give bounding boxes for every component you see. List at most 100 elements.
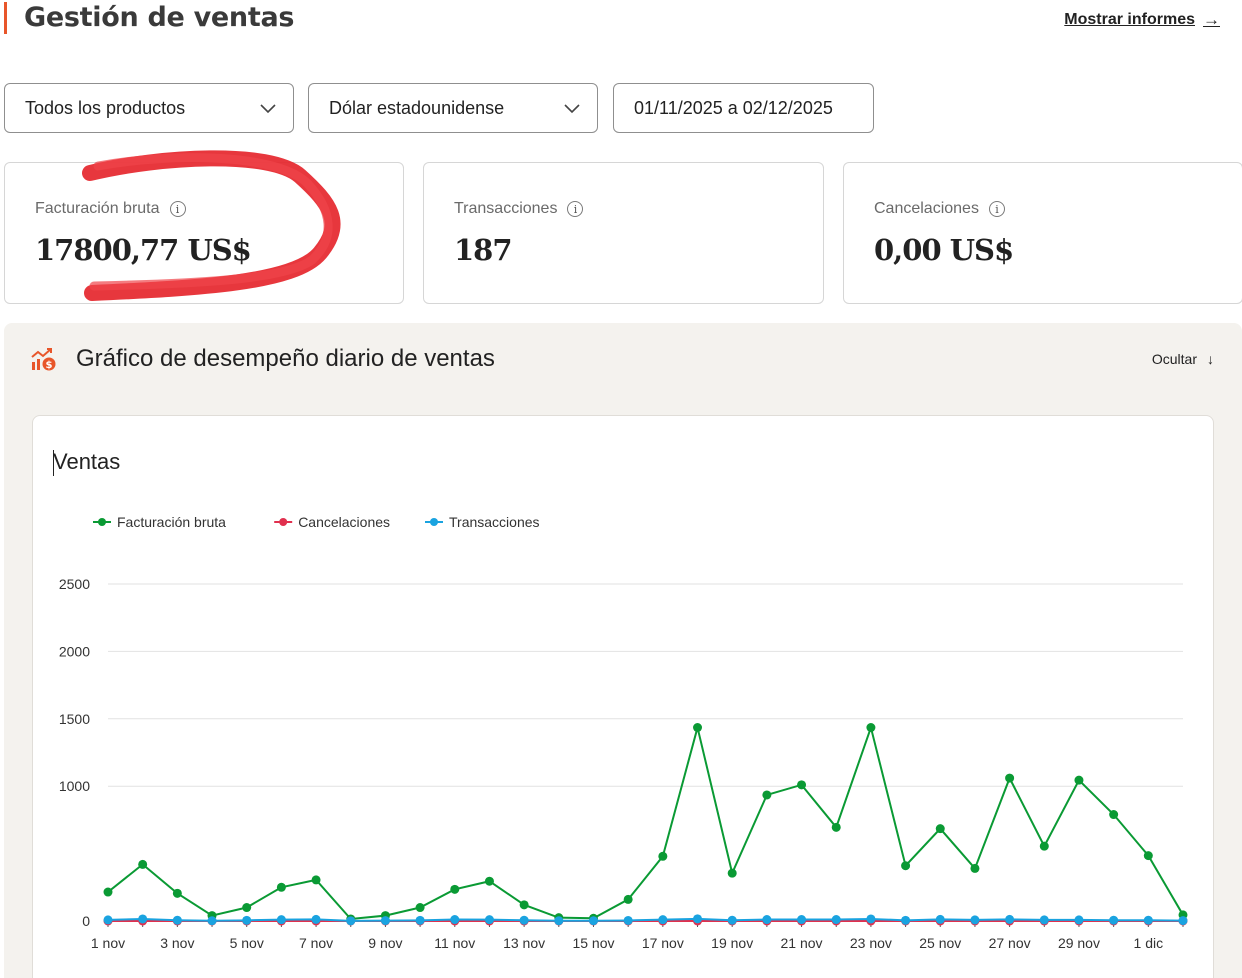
y-tick-label: 1500 (59, 711, 90, 727)
series-point-2 (554, 916, 564, 926)
x-tick-label: 25 nov (919, 935, 961, 951)
hide-chart-button[interactable]: Ocultar ↓ (1152, 351, 1214, 367)
series-point-2 (1039, 915, 1049, 925)
x-tick-label: 11 nov (434, 935, 475, 951)
svg-text:$: $ (46, 360, 53, 371)
x-tick-label: 5 nov (230, 935, 264, 951)
products-dropdown-value: Todos los productos (25, 97, 186, 118)
info-icon[interactable]: i (567, 201, 584, 217)
series-point-0 (276, 882, 286, 892)
gross-revenue-label-text: Facturación bruta (35, 200, 160, 217)
series-point-0 (831, 822, 841, 832)
cancellations-label: Cancelaciones i (874, 200, 1005, 218)
arrow-right-icon: → (1203, 10, 1220, 29)
info-icon[interactable]: i (988, 201, 1005, 217)
chevron-down-icon (564, 104, 580, 114)
series-point-2 (103, 915, 113, 925)
series-point-0 (519, 900, 529, 910)
series-point-2 (1143, 915, 1153, 925)
cancellations-label-text: Cancelaciones (874, 200, 979, 217)
currency-dropdown[interactable]: Dólar estadounidense (308, 83, 598, 133)
series-point-2 (1005, 914, 1015, 924)
series-point-2 (484, 915, 494, 925)
legend-label: Transacciones (449, 514, 540, 530)
series-point-0 (762, 790, 772, 800)
x-tick-label: 13 nov (503, 935, 545, 951)
date-range-picker[interactable]: 01/11/2025 a 02/12/2025 (613, 83, 874, 133)
y-tick-label: 2500 (59, 576, 90, 592)
series-point-2 (276, 915, 286, 925)
x-tick-label: 15 nov (572, 935, 614, 951)
hide-chart-label: Ocultar (1151, 351, 1197, 367)
series-point-0 (623, 894, 633, 904)
date-range-value: 01/11/2025 a 02/12/2025 (634, 97, 833, 118)
series-point-2 (1074, 915, 1084, 925)
series-point-0 (1039, 841, 1049, 851)
series-point-0 (484, 876, 494, 886)
transactions-value: 187 (454, 233, 513, 267)
series-point-2 (797, 915, 807, 925)
series-point-0 (797, 780, 807, 790)
arrow-down-icon: ↓ (1207, 351, 1214, 367)
show-reports-link[interactable]: Mostrar informes → (1064, 10, 1220, 30)
gross-revenue-label: Facturación bruta i (35, 200, 186, 218)
series-point-2 (588, 916, 598, 926)
series-point-0 (866, 723, 876, 733)
series-point-2 (380, 916, 390, 926)
x-tick-label: 7 nov (299, 935, 333, 951)
products-dropdown[interactable]: Todos los productos (4, 83, 294, 133)
series-point-2 (901, 915, 911, 925)
legend-swatch-dot (98, 518, 106, 526)
x-tick-label: 21 nov (781, 935, 823, 951)
series-point-2 (866, 914, 876, 924)
series-point-0 (693, 723, 703, 733)
page-title: Gestión de ventas (24, 2, 295, 33)
series-point-2 (450, 915, 460, 925)
series-point-2 (1178, 916, 1188, 926)
transactions-card: Transacciones i 187 (423, 162, 824, 304)
series-point-2 (935, 914, 945, 924)
sales-chart-card: Ventas 0 1000 1500 2000 2500 1 nov 3 nov 5 nov 7… (32, 415, 1214, 978)
chart-dollar-icon: $ (31, 348, 56, 371)
x-tick-label: 1 dic (1134, 935, 1164, 951)
series-point-0 (1074, 775, 1084, 785)
x-tick-label: 17 nov (642, 935, 684, 951)
series-point-2 (242, 915, 252, 925)
series-point-2 (207, 916, 217, 926)
y-tick-label: 1000 (59, 778, 90, 794)
series-point-2 (172, 915, 182, 925)
series-point-2 (1109, 915, 1119, 925)
series-point-2 (658, 915, 668, 925)
sales-line-chart[interactable]: 0 1000 1500 2000 2500 1 nov 3 nov 5 nov 7 nov 9 n… (33, 416, 1215, 978)
y-tick-label: 2000 (59, 643, 90, 659)
series-point-2 (415, 915, 425, 925)
legend-label: Cancelaciones (298, 514, 390, 530)
x-tick-label: 19 nov (711, 935, 753, 951)
series-point-2 (693, 914, 703, 924)
series-point-0 (450, 884, 460, 894)
series-point-0 (970, 863, 980, 873)
series-point-0 (242, 903, 252, 913)
daily-performance-panel: $ Gráfico de desempeño diario de ventas … (4, 323, 1242, 978)
series-point-0 (172, 888, 182, 898)
series-point-0 (103, 887, 113, 897)
series-point-2 (623, 915, 633, 925)
info-icon[interactable]: i (169, 201, 186, 217)
series-point-0 (1143, 851, 1153, 861)
series-point-2 (727, 915, 737, 925)
series-point-0 (1005, 773, 1015, 783)
filter-bar: Todos los productos Dólar estadounidense… (4, 83, 1242, 133)
performance-chart-title: Gráfico de desempeño diario de ventas (76, 345, 495, 372)
x-tick-label: 23 nov (850, 935, 892, 951)
y-tick-label: 0 (82, 913, 90, 929)
header-accent-bar (4, 2, 7, 34)
series-point-0 (658, 851, 668, 861)
x-tick-label: 3 nov (160, 935, 194, 951)
series-point-0 (727, 868, 737, 878)
show-reports-label[interactable]: Mostrar informes (1064, 11, 1195, 29)
legend-label: Facturación bruta (117, 514, 226, 530)
series-point-0 (311, 875, 321, 885)
transactions-label: Transacciones i (454, 200, 584, 218)
series-point-0 (138, 859, 148, 869)
series-point-2 (346, 916, 356, 926)
